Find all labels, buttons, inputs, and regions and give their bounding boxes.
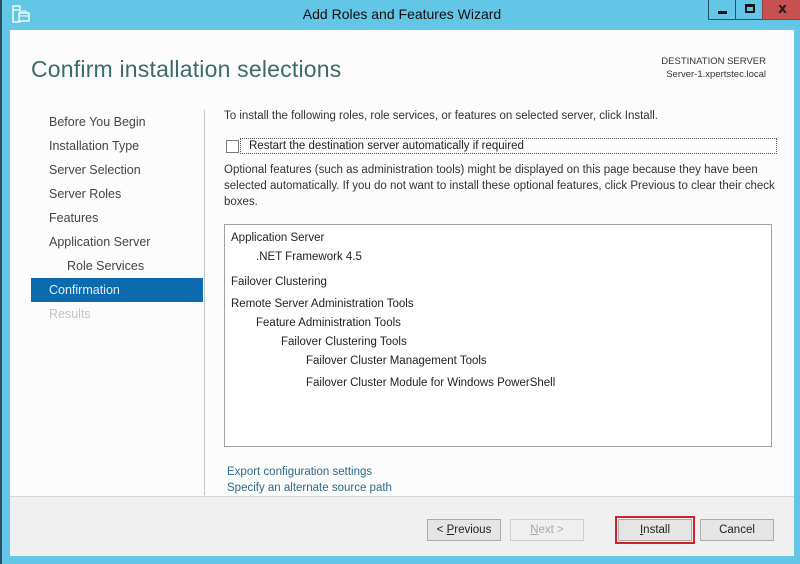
alternate-source-path-link[interactable]: Specify an alternate source path [227, 480, 392, 496]
selection-item: Failover Clustering [231, 276, 327, 288]
nav-item-confirmation[interactable]: Confirmation [31, 278, 203, 302]
selection-item: Failover Clustering Tools [281, 336, 407, 348]
nav-item-features[interactable]: Features [31, 206, 203, 230]
install-button[interactable]: Install [615, 516, 695, 544]
window-title: Add Roles and Features Wizard [302, 6, 502, 22]
previous-button[interactable]: < Previous [427, 519, 501, 541]
maximize-button[interactable] [735, 0, 762, 20]
selection-item: Application Server [231, 232, 325, 244]
destination-server: DESTINATION SERVER Server-1.xpertstec.lo… [661, 55, 766, 81]
selection-item: Remote Server Administration Tools [231, 298, 414, 310]
nav-divider [204, 110, 205, 495]
minimize-icon [718, 11, 727, 14]
restart-checkbox[interactable] [226, 139, 239, 153]
cancel-button[interactable]: Cancel [700, 519, 774, 541]
selection-item: Failover Cluster Management Tools [306, 355, 487, 367]
next-button-accesskey: N [530, 524, 539, 536]
previous-button-accesskey: P [446, 524, 455, 536]
close-icon: x [777, 1, 788, 17]
minimize-button[interactable] [708, 0, 735, 20]
next-button: Next > [510, 519, 584, 541]
previous-button-label: revious [454, 524, 492, 536]
wizard-nav: Before You Begin Installation Type Serve… [31, 110, 203, 326]
selection-item: Failover Cluster Module for Windows Powe… [306, 377, 556, 389]
maximize-icon [745, 4, 755, 13]
intro-text: To install the following roles, role ser… [224, 110, 658, 122]
nav-item-application-server[interactable]: Application Server [31, 230, 203, 254]
optional-features-text: Optional features (such as administratio… [224, 164, 775, 208]
export-configuration-link[interactable]: Export configuration settings [227, 464, 392, 480]
restart-option[interactable]: Restart the destination server automatic… [226, 138, 777, 154]
wizard-window: Add Roles and Features Wizard x Confirm … [0, 0, 800, 564]
restart-checkbox-label[interactable]: Restart the destination server automatic… [240, 138, 777, 154]
nav-item-before-you-begin[interactable]: Before You Begin [31, 110, 203, 134]
nav-item-server-selection[interactable]: Server Selection [31, 158, 203, 182]
previous-button-prefix: < [436, 524, 447, 536]
nav-item-server-roles[interactable]: Server Roles [31, 182, 203, 206]
install-button-label: nstall [643, 524, 671, 536]
close-button[interactable]: x [762, 0, 800, 20]
nav-item-installation-type[interactable]: Installation Type [31, 134, 203, 158]
wizard-client-area: Confirm installation selections DESTINAT… [10, 30, 794, 556]
nav-item-results: Results [49, 307, 91, 321]
wizard-footer: < Previous Next > Install Cancel [10, 496, 794, 556]
links-area: Export configuration settings Specify an… [227, 464, 392, 496]
next-button-label: ext > [538, 524, 564, 536]
selection-item: Feature Administration Tools [256, 317, 401, 329]
selections-list[interactable]: Application Server .NET Framework 4.5 Fa… [224, 224, 772, 447]
page-title: Confirm installation selections [31, 56, 342, 82]
selection-item: .NET Framework 4.5 [256, 251, 362, 263]
destination-server-label: DESTINATION SERVER [661, 56, 766, 67]
destination-server-value: Server-1.xpertstec.local [666, 69, 766, 80]
title-bar[interactable]: Add Roles and Features Wizard x [2, 0, 800, 30]
nav-item-role-services[interactable]: Role Services [31, 254, 203, 278]
